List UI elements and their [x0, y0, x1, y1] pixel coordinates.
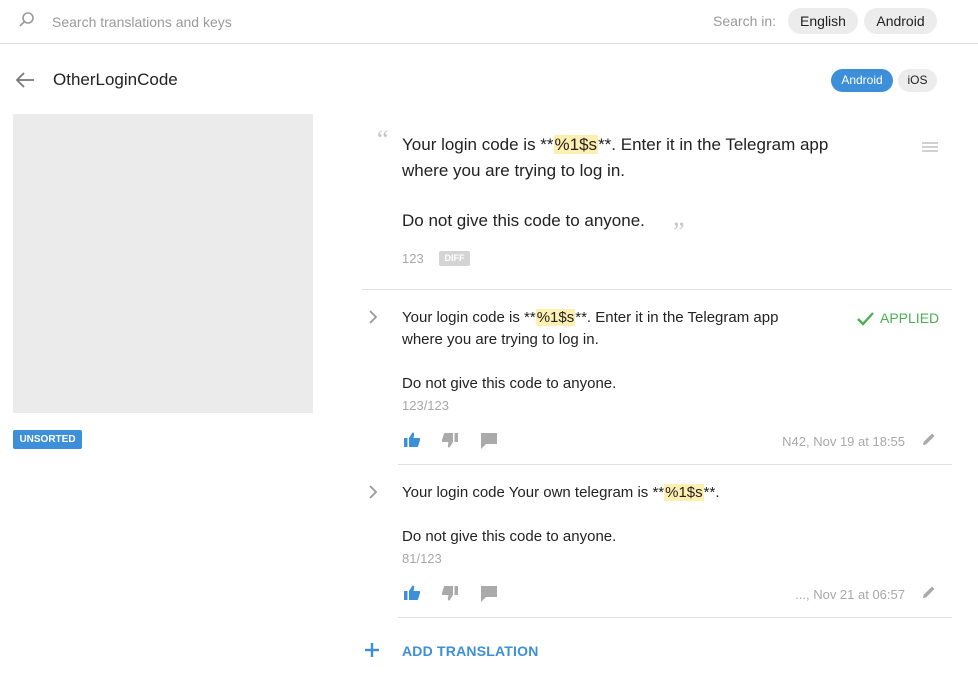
source-line-2: where you are trying to log in.: [402, 161, 626, 180]
applied-label: APPLIED: [880, 310, 940, 326]
source-line-3: Do not give this code to anyone.: [402, 211, 645, 230]
source-text: **. Enter it in the Telegram app: [598, 135, 829, 154]
translation-text: Your login code is **: [402, 309, 536, 326]
plus-icon[interactable]: [364, 642, 380, 658]
search-icon: [19, 12, 34, 27]
divider: [398, 464, 952, 465]
diff-button[interactable]: DIFF: [439, 251, 470, 266]
search-in-label: Search in:: [713, 13, 777, 29]
translation-line-3: Do not give this code to anyone.: [402, 528, 617, 545]
translation-meta: ..., Nov 21 at 06:57: [795, 587, 905, 602]
applied-status: APPLIED: [857, 310, 939, 326]
check-icon: [857, 312, 874, 326]
key-title: OtherLoginCode: [53, 70, 178, 89]
search-in-android-button[interactable]: Android: [864, 8, 937, 34]
platform-android-tag[interactable]: Android: [831, 69, 893, 92]
edit-icon[interactable]: [921, 584, 937, 600]
chevron-right-icon[interactable]: [367, 309, 379, 325]
screenshot-placeholder[interactable]: [13, 114, 313, 413]
unsorted-badge[interactable]: UNSORTED: [13, 430, 82, 449]
placeholder-highlight: %1$s: [535, 309, 576, 326]
placeholder-highlight: %1$s: [664, 484, 704, 501]
platform-ios-tag[interactable]: iOS: [898, 69, 937, 92]
translation-line-3: Do not give this code to anyone.: [402, 375, 617, 392]
source-line-1: Your login code is **%1$s**. Enter it in…: [402, 135, 828, 155]
divider: [398, 617, 952, 618]
add-translation-button[interactable]: ADD TRANSLATION: [402, 643, 539, 659]
divider: [362, 289, 952, 290]
translation-text: Your login code Your own telegram is **: [402, 484, 665, 501]
comment-icon[interactable]: [480, 432, 498, 450]
search-in-english-button[interactable]: English: [788, 8, 858, 34]
source-char-count: 123: [402, 251, 424, 266]
placeholder-highlight: %1$s: [553, 135, 599, 154]
translation-line-1: Your login code Your own telegram is **%…: [402, 484, 720, 501]
search-input[interactable]: [52, 12, 452, 32]
translation-meta: N42, Nov 19 at 18:55: [782, 434, 905, 449]
thumbs-up-icon[interactable]: [403, 431, 421, 449]
translation-char-count: 81/123: [402, 551, 442, 566]
translation-text: **. Enter it in the Telegram app: [575, 309, 779, 326]
chevron-right-icon[interactable]: [367, 484, 379, 500]
thumbs-down-icon[interactable]: [441, 584, 459, 602]
back-arrow-icon[interactable]: [14, 70, 36, 90]
translation-char-count: 123/123: [402, 398, 449, 413]
edit-icon[interactable]: [921, 431, 937, 447]
open-quote-icon: “: [377, 125, 389, 154]
translation-line-2: where you are trying to log in.: [402, 331, 599, 348]
translation-text: **.: [703, 484, 720, 501]
thumbs-down-icon[interactable]: [441, 431, 459, 449]
source-text: Your login code is **: [402, 135, 554, 154]
close-quote-icon: ”: [673, 217, 685, 246]
thumbs-up-icon[interactable]: [403, 584, 421, 602]
translation-line-1: Your login code is **%1$s**. Enter it in…: [402, 309, 778, 326]
comment-icon[interactable]: [480, 585, 498, 603]
menu-icon[interactable]: [922, 141, 938, 153]
